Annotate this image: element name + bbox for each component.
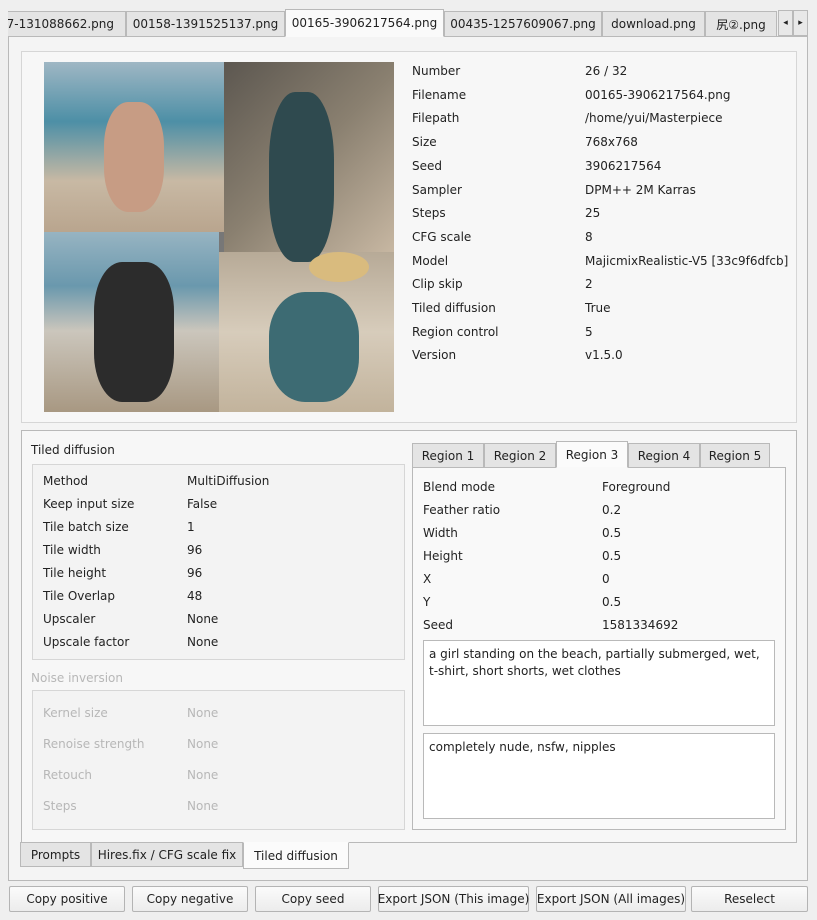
info-value: v1.5.0 bbox=[585, 348, 623, 363]
region-label: Blend mode bbox=[423, 480, 496, 494]
info-value: 8 bbox=[585, 229, 593, 244]
info-label: Size bbox=[412, 135, 437, 150]
region-tab[interactable]: Region 4 bbox=[628, 443, 700, 468]
noise-label: Steps bbox=[43, 799, 77, 813]
tiled-label: Upscaler bbox=[43, 612, 96, 626]
noise-value: None bbox=[187, 799, 219, 813]
bottom-tab[interactable]: Hires.fix / CFG scale fix bbox=[91, 842, 243, 867]
action-button[interactable]: Reselect bbox=[691, 886, 808, 912]
action-button[interactable]: Copy positive bbox=[9, 886, 125, 912]
bottom-tab[interactable]: Tiled diffusion bbox=[243, 842, 349, 869]
noise-value: None bbox=[187, 706, 219, 720]
tiled-label: Tile width bbox=[43, 543, 101, 557]
tab-scroll-right[interactable]: ▸ bbox=[793, 10, 808, 36]
bottom-tab[interactable]: Prompts bbox=[20, 842, 91, 867]
action-button[interactable]: Export JSON (All images) bbox=[536, 886, 686, 912]
region-tab[interactable]: Region 1 bbox=[412, 443, 484, 468]
action-button[interactable]: Copy seed bbox=[255, 886, 371, 912]
noise-label: Retouch bbox=[43, 768, 93, 782]
info-value: 26 / 32 bbox=[585, 64, 628, 78]
info-label: Seed bbox=[412, 158, 442, 173]
region-value: 0.5 bbox=[602, 526, 622, 540]
tiled-diffusion-box bbox=[32, 464, 405, 660]
tiled-value: 1 bbox=[187, 520, 195, 534]
tiled-label: Method bbox=[43, 474, 89, 488]
file-tab[interactable]: 00435-1257609067.png bbox=[444, 11, 602, 37]
action-button[interactable]: Export JSON (This image) bbox=[378, 886, 529, 912]
info-value: 00165-3906217564.png bbox=[585, 87, 731, 102]
info-label: Sampler bbox=[412, 182, 462, 197]
tiled-label: Keep input size bbox=[43, 497, 135, 511]
tiled-value: 48 bbox=[187, 589, 203, 603]
file-tab[interactable]: download.png bbox=[602, 11, 705, 37]
tiled-label: Tile batch size bbox=[43, 520, 129, 534]
region-value: Foreground bbox=[602, 480, 671, 494]
region-value: 0.2 bbox=[602, 503, 622, 517]
region-label: Height bbox=[423, 549, 463, 563]
region-tab[interactable]: Region 2 bbox=[484, 443, 556, 468]
info-label: Filepath bbox=[412, 111, 460, 126]
info-value: 25 bbox=[585, 206, 601, 221]
tiled-label: Tile height bbox=[43, 566, 107, 580]
noise-value: None bbox=[187, 768, 219, 782]
negative-prompt-text[interactable]: completely nude, nsfw, nipples bbox=[423, 733, 775, 819]
region-label: Width bbox=[423, 526, 458, 540]
file-tab[interactable]: 47-131088662.png bbox=[8, 11, 126, 37]
noise-inversion-title: Noise inversion bbox=[31, 671, 123, 685]
noise-label: Kernel size bbox=[43, 706, 108, 720]
region-tab[interactable]: Region 5 bbox=[700, 443, 770, 468]
info-label: Filename bbox=[412, 87, 467, 102]
info-value: 3906217564 bbox=[585, 158, 662, 173]
info-label: Steps bbox=[412, 206, 446, 221]
positive-prompt-text[interactable]: a girl standing on the beach, partially … bbox=[423, 640, 775, 726]
tiled-label: Upscale factor bbox=[43, 635, 130, 649]
tiled-value: MultiDiffusion bbox=[187, 474, 270, 488]
region-label: Y bbox=[423, 595, 431, 609]
file-tab[interactable]: 尻②.png bbox=[705, 11, 777, 37]
action-button[interactable]: Copy negative bbox=[132, 886, 248, 912]
info-label: Model bbox=[412, 253, 449, 268]
region-value: 0.5 bbox=[602, 595, 622, 609]
region-label: Feather ratio bbox=[423, 503, 501, 517]
info-label: Number bbox=[412, 64, 461, 78]
info-label: Region control bbox=[412, 324, 499, 339]
tab-scroll-left[interactable]: ◂ bbox=[778, 10, 793, 36]
info-value: 2 bbox=[585, 277, 593, 292]
region-value: 0 bbox=[602, 572, 610, 586]
tiled-value: None bbox=[187, 612, 219, 626]
tiled-value: None bbox=[187, 635, 219, 649]
info-label: CFG scale bbox=[412, 229, 472, 244]
info-label: Version bbox=[412, 348, 457, 363]
info-value: 768x768 bbox=[585, 135, 638, 150]
info-value: MajicmixRealistic-V5 [33c9f6dfcb] bbox=[585, 253, 789, 268]
info-label: Clip skip bbox=[412, 277, 463, 292]
tiled-label: Tile Overlap bbox=[43, 589, 115, 603]
tiled-value: 96 bbox=[187, 566, 203, 580]
tiled-value: False bbox=[187, 497, 218, 511]
noise-value: None bbox=[187, 737, 219, 751]
info-value: DPM++ 2M Karras bbox=[585, 182, 696, 197]
noise-label: Renoise strength bbox=[43, 737, 145, 751]
file-tab[interactable]: 00165-3906217564.png bbox=[285, 9, 444, 37]
tiled-diffusion-title: Tiled diffusion bbox=[31, 443, 115, 457]
image-preview bbox=[44, 62, 394, 412]
region-value: 1581334692 bbox=[602, 618, 679, 632]
region-label: Seed bbox=[423, 618, 453, 632]
region-value: 0.5 bbox=[602, 549, 622, 563]
region-tab[interactable]: Region 3 bbox=[556, 441, 628, 468]
info-value: True bbox=[585, 301, 611, 315]
info-value: 5 bbox=[585, 324, 593, 339]
info-value: /home/yui/Masterpiece bbox=[585, 111, 723, 126]
region-label: X bbox=[423, 572, 432, 586]
file-tab[interactable]: 00158-1391525137.png bbox=[126, 11, 285, 37]
tiled-value: 96 bbox=[187, 543, 203, 557]
info-label: Tiled diffusion bbox=[412, 301, 496, 315]
